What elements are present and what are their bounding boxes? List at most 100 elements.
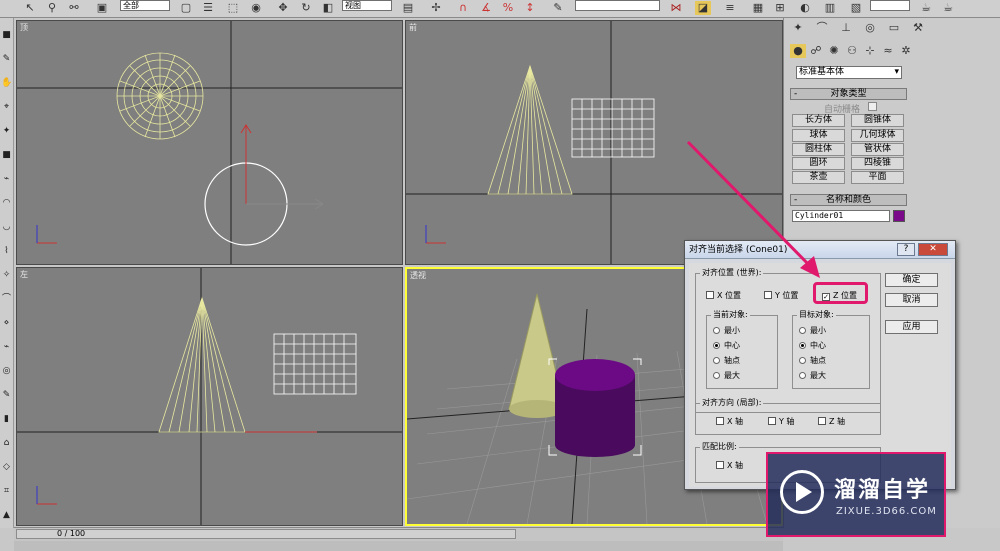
paint-icon[interactable]: ■: [1, 30, 12, 40]
select-manipulate-icon[interactable]: ✢: [428, 1, 444, 15]
pyramid-button[interactable]: 四棱锥: [851, 157, 904, 170]
help-button[interactable]: ?: [897, 243, 915, 256]
viewport-left[interactable]: 左: [16, 267, 403, 526]
window-crossing-icon[interactable]: ◉: [248, 1, 264, 15]
tool-icon[interactable]: ⋄: [1, 318, 12, 328]
target-max-radio[interactable]: 最大: [799, 371, 826, 381]
track-bar[interactable]: [14, 541, 783, 551]
lights-icon[interactable]: ✺: [826, 44, 842, 58]
hierarchy-tab-icon[interactable]: ⊥: [838, 21, 854, 35]
current-pivot-radio[interactable]: 轴点: [713, 356, 740, 366]
hand-icon[interactable]: ✋: [1, 78, 12, 88]
material-icon[interactable]: ◐: [797, 1, 813, 15]
render-frame-icon[interactable]: ▧: [848, 1, 864, 15]
shapes-icon[interactable]: ☍: [808, 44, 824, 58]
utilities-tab-icon[interactable]: ⚒: [910, 21, 926, 35]
category-dropdown[interactable]: 标准基本体 ▾: [796, 66, 902, 79]
tool-icon[interactable]: ⌇: [1, 246, 12, 256]
current-min-radio[interactable]: 最小: [713, 326, 740, 336]
helpers-icon[interactable]: ⊹: [862, 44, 878, 58]
tool-icon[interactable]: ◡: [1, 222, 12, 232]
selection-filter-dropdown[interactable]: 全部: [120, 0, 170, 11]
box-button[interactable]: 长方体: [792, 114, 845, 127]
render-setup-icon[interactable]: ▥: [822, 1, 838, 15]
tube-button[interactable]: 管状体: [851, 143, 904, 156]
tool-icon[interactable]: ▮: [1, 414, 12, 424]
scale-icon[interactable]: ◧: [320, 1, 336, 15]
geometry-icon[interactable]: ●: [790, 44, 806, 58]
brush-icon[interactable]: ✎: [1, 54, 12, 64]
x-position-checkbox[interactable]: X 位置: [706, 291, 741, 301]
link-icon[interactable]: ⚲: [44, 1, 60, 15]
object-color-swatch[interactable]: [893, 210, 905, 222]
tool-icon[interactable]: ⌒: [1, 294, 12, 304]
schematic-icon[interactable]: ⊞: [772, 1, 788, 15]
ok-button[interactable]: 确定: [885, 273, 938, 287]
motion-tab-icon[interactable]: ◎: [862, 21, 878, 35]
tool-icon[interactable]: ⌂: [1, 438, 12, 448]
tool-icon[interactable]: ⌁: [1, 174, 12, 184]
tool-icon[interactable]: ◎: [1, 366, 12, 376]
layer-icon[interactable]: ≡: [722, 1, 738, 15]
reference-coord-dropdown[interactable]: 视图: [342, 0, 392, 11]
target-center-radio[interactable]: 中心: [799, 341, 826, 351]
autogrid-checkbox[interactable]: [868, 102, 877, 111]
scale-x-checkbox[interactable]: X 轴: [716, 461, 743, 471]
spacewarps-icon[interactable]: ≈: [880, 44, 896, 58]
modify-tab-icon[interactable]: ⌒: [814, 21, 830, 35]
select-object-icon[interactable]: ▢: [178, 1, 194, 15]
orient-z-checkbox[interactable]: Z 轴: [818, 417, 845, 427]
orient-x-checkbox[interactable]: X 轴: [716, 417, 743, 427]
target-min-radio[interactable]: 最小: [799, 326, 826, 336]
render-type-dropdown[interactable]: [870, 0, 910, 11]
y-position-checkbox[interactable]: Y 位置: [764, 291, 798, 301]
unlink-icon[interactable]: ⚯: [66, 1, 82, 15]
tool-icon[interactable]: ▲: [1, 510, 12, 520]
close-button[interactable]: ✕: [918, 243, 948, 256]
teapot-render-icon[interactable]: ☕: [940, 1, 956, 15]
spinner-snap-icon[interactable]: ↕: [522, 1, 538, 15]
align-icon[interactable]: ◪: [695, 1, 711, 15]
tool-icon[interactable]: ⌗: [1, 486, 12, 496]
cameras-icon[interactable]: ⚇: [844, 44, 860, 58]
object-type-rollout-header[interactable]: - 对象类型: [790, 88, 907, 100]
cancel-button[interactable]: 取消: [885, 293, 938, 307]
tool-icon[interactable]: ⌖: [1, 102, 12, 112]
tool-icon[interactable]: ■: [1, 150, 12, 160]
tool-icon[interactable]: ◇: [1, 462, 12, 472]
select-icon[interactable]: ↖: [22, 1, 38, 15]
rotate-icon[interactable]: ↻: [298, 1, 314, 15]
teapot-icon[interactable]: ☕: [918, 1, 934, 15]
systems-icon[interactable]: ✲: [898, 44, 914, 58]
tool-icon[interactable]: ◠: [1, 198, 12, 208]
mirror-icon[interactable]: ⋈: [668, 1, 684, 15]
tool-icon[interactable]: ⌁: [1, 342, 12, 352]
viewport-top[interactable]: 顶: [16, 20, 403, 265]
tool-icon[interactable]: ✦: [1, 126, 12, 136]
named-selection-dropdown[interactable]: [575, 0, 660, 11]
plane-button[interactable]: 平面: [851, 171, 904, 184]
time-slider[interactable]: 0 / 100: [16, 529, 516, 539]
snap-icon[interactable]: ∩: [455, 1, 471, 15]
bind-icon[interactable]: ▣: [94, 1, 110, 15]
curve-editor-icon[interactable]: ▦: [750, 1, 766, 15]
tool-icon[interactable]: ✧: [1, 270, 12, 280]
move-icon[interactable]: ✥: [275, 1, 291, 15]
rect-select-icon[interactable]: ⬚: [225, 1, 241, 15]
percent-snap-icon[interactable]: %: [500, 1, 516, 15]
geosphere-button[interactable]: 几何球体: [851, 129, 904, 142]
display-tab-icon[interactable]: ▭: [886, 21, 902, 35]
angle-snap-icon[interactable]: ∡: [478, 1, 494, 15]
named-selection-icon[interactable]: ✎: [550, 1, 566, 15]
watermark-logo: 溜溜自学 ZIXUE.3D66.COM: [766, 452, 946, 537]
tool-icon[interactable]: ✎: [1, 390, 12, 400]
create-tab-icon[interactable]: ✦: [790, 21, 806, 35]
target-pivot-radio[interactable]: 轴点: [799, 356, 826, 366]
current-max-radio[interactable]: 最大: [713, 371, 740, 381]
cone-button[interactable]: 圆锥体: [851, 114, 904, 127]
select-by-name-icon[interactable]: ☰: [200, 1, 216, 15]
current-center-radio[interactable]: 中心: [713, 341, 740, 351]
orient-y-checkbox[interactable]: Y 轴: [768, 417, 794, 427]
pivot-icon[interactable]: ▤: [400, 1, 416, 15]
apply-button[interactable]: 应用: [885, 320, 938, 334]
